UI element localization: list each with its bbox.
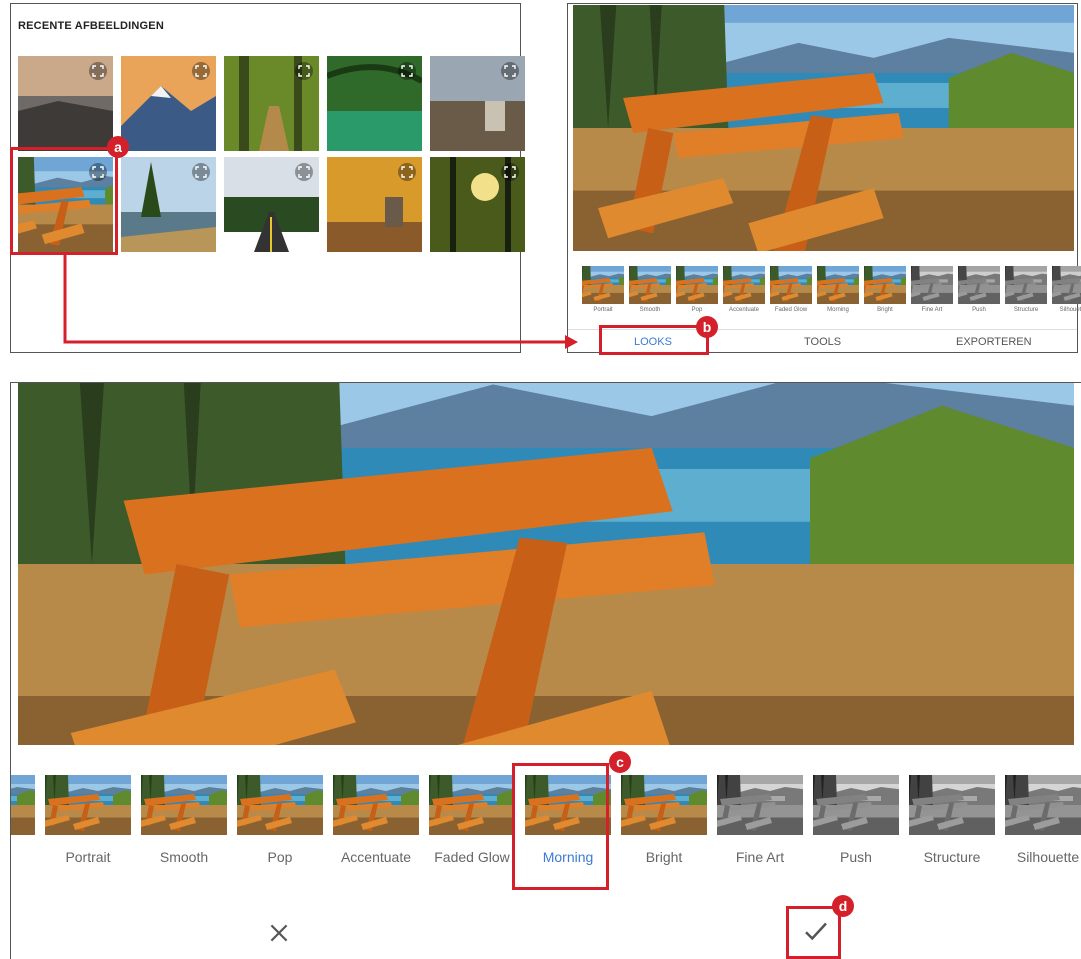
highlight-confirm-button <box>786 906 841 959</box>
expand-icon[interactable] <box>295 163 313 181</box>
thumbnail-dam[interactable] <box>430 56 525 151</box>
highlight-thumbnail <box>10 147 118 255</box>
filter-preview-image <box>911 266 953 304</box>
filter-thumbnail[interactable]: Portrait <box>45 775 131 865</box>
expand-icon[interactable] <box>192 62 210 80</box>
expand-icon[interactable] <box>501 163 519 181</box>
small-filter-label: Fine Art <box>921 307 943 313</box>
filter-label: Faded Glow <box>434 849 510 865</box>
filter-preview-image <box>770 266 812 304</box>
thumbnail-sunlit-forest[interactable] <box>430 157 525 252</box>
callout-a: a <box>107 136 129 158</box>
filter-preview-image <box>45 775 131 835</box>
filter-label: Pop <box>267 849 293 865</box>
thumbnail-coast[interactable] <box>18 56 113 151</box>
filter-thumbnail[interactable]: Pop <box>237 775 323 865</box>
expand-icon[interactable] <box>398 62 416 80</box>
filter-label: Silhouette <box>1016 849 1080 865</box>
expand-icon[interactable] <box>192 163 210 181</box>
filter-label: Structure <box>923 849 981 865</box>
filter-thumbnail[interactable]: Faded Glow <box>429 775 515 865</box>
filter-preview-image <box>676 266 718 304</box>
filter-thumbnail[interactable]: Structure <box>909 775 995 865</box>
filter-preview-image <box>813 775 899 835</box>
filter-label: Smooth <box>159 849 209 865</box>
thumbnail-road[interactable] <box>224 157 319 252</box>
tab-export[interactable]: EXPORTEREN <box>956 336 1032 348</box>
filter-preview-image <box>864 266 906 304</box>
small-filter-label: Push <box>972 307 986 313</box>
filter-preview-image <box>909 775 995 835</box>
filter-preview-image <box>717 775 803 835</box>
filter-thumbnail[interactable]: Smooth <box>141 775 227 865</box>
filter-thumbnail[interactable]: Bright <box>621 775 707 865</box>
filter-thumbnail[interactable]: Fine Art <box>717 775 803 865</box>
filter-preview-image <box>141 775 227 835</box>
filter-preview-image <box>817 266 859 304</box>
filter-label: Bright <box>645 849 683 865</box>
thumbnail-mountain[interactable] <box>121 56 216 151</box>
filter-preview-image <box>1052 266 1081 304</box>
small-filter-thumbnail[interactable]: Portrait <box>582 266 624 313</box>
thumbnail-tree-shore[interactable] <box>121 157 216 252</box>
filter-preview-image <box>629 266 671 304</box>
small-filter-thumbnail[interactable]: Faded Glow <box>770 266 812 313</box>
filter-label: Fine Art <box>735 849 785 865</box>
close-icon[interactable] <box>266 920 292 946</box>
filter-preview-image <box>11 775 35 835</box>
recent-images-title: RECENTE AFBEELDINGEN <box>18 20 164 32</box>
filter-preview-image <box>1005 775 1081 835</box>
small-filter-label: Portrait <box>593 307 613 313</box>
small-filter-label: Pop <box>691 307 703 313</box>
small-filter-label: Silhouette <box>1059 307 1081 313</box>
filter-label: Push <box>840 849 872 865</box>
filter-thumbnail-partial[interactable] <box>11 775 35 835</box>
callout-c: c <box>609 751 631 773</box>
thumbnail-autumn-gate[interactable] <box>327 157 422 252</box>
filter-preview-image <box>1005 266 1047 304</box>
callout-b: b <box>696 316 718 338</box>
small-filter-label: Structure <box>1013 307 1039 313</box>
small-filter-thumbnail[interactable]: Fine Art <box>911 266 953 313</box>
expand-icon[interactable] <box>501 62 519 80</box>
filter-preview-image <box>621 775 707 835</box>
small-filter-thumbnail[interactable]: Bright <box>864 266 906 313</box>
filter-thumbnail[interactable]: Push <box>813 775 899 865</box>
highlight-looks-tab <box>599 325 709 355</box>
filter-preview-image <box>582 266 624 304</box>
filter-preview-image <box>723 266 765 304</box>
small-filter-label: Faded Glow <box>774 307 808 313</box>
filter-preview-image <box>237 775 323 835</box>
small-filter-thumbnail[interactable]: Morning <box>817 266 859 313</box>
filter-label: Accentuate <box>340 849 412 865</box>
expand-icon[interactable] <box>398 163 416 181</box>
filter-thumbnail[interactable]: Silhouette <box>1005 775 1081 865</box>
thumbnail-green-lake[interactable] <box>327 56 422 151</box>
thumbnail-forest-path[interactable] <box>224 56 319 151</box>
small-filter-thumbnail[interactable]: Smooth <box>629 266 671 313</box>
filter-label: Portrait <box>65 849 111 865</box>
tab-tools[interactable]: TOOLS <box>804 336 841 348</box>
editor-image <box>18 383 1074 745</box>
small-filter-thumbnail[interactable]: Accentuate <box>723 266 765 313</box>
small-filter-thumbnail[interactable]: Push <box>958 266 1000 313</box>
highlight-morning-filter <box>512 763 609 890</box>
preview-panel: Portrait Smooth Pop Accentuate Faded Glow Mor… <box>567 3 1081 353</box>
callout-d: d <box>832 895 854 917</box>
small-filter-thumbnail[interactable]: Pop <box>676 266 718 313</box>
preview-image <box>573 5 1074 251</box>
expand-icon[interactable] <box>89 62 107 80</box>
small-filter-label: Accentuate <box>728 307 760 313</box>
small-filter-label: Smooth <box>639 307 661 313</box>
expand-icon[interactable] <box>295 62 313 80</box>
looks-filmstrip-small: Portrait Smooth Pop Accentuate Faded Glow Mor… <box>582 266 1081 313</box>
small-filter-label: Morning <box>827 307 849 313</box>
filter-preview-image <box>429 775 515 835</box>
small-filter-label: Bright <box>877 307 893 313</box>
filter-preview-image <box>958 266 1000 304</box>
filter-thumbnail[interactable]: Accentuate <box>333 775 419 865</box>
small-filter-thumbnail[interactable]: Silhouette <box>1052 266 1081 313</box>
filter-preview-image <box>333 775 419 835</box>
small-filter-thumbnail[interactable]: Structure <box>1005 266 1047 313</box>
